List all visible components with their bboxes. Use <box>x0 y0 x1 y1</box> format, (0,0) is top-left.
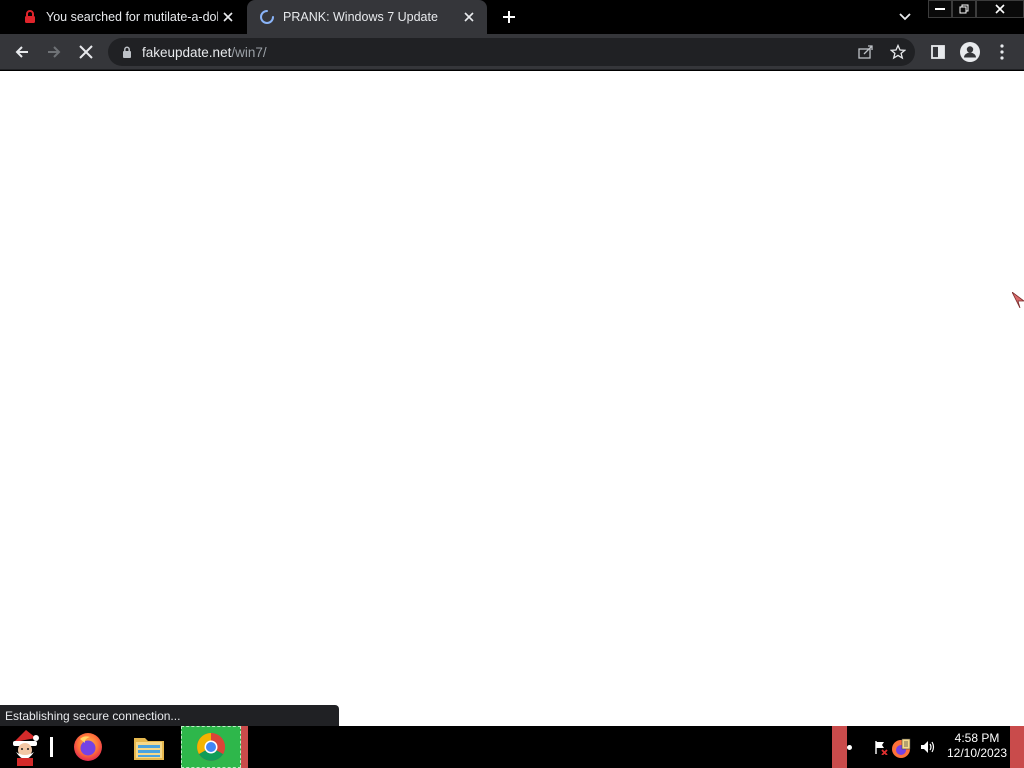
share-icon[interactable] <box>856 42 876 62</box>
desktop-screen: You searched for mutilate-a-doll PRANK: … <box>0 0 1024 768</box>
page-content[interactable] <box>0 71 1024 726</box>
restore-button[interactable] <box>952 0 976 18</box>
close-window-button[interactable] <box>976 0 1024 18</box>
menu-dots-icon[interactable] <box>990 40 1014 64</box>
close-tab-icon[interactable] <box>459 7 479 27</box>
firefox-tray-icon[interactable] <box>888 726 914 768</box>
window-controls <box>928 0 1024 18</box>
close-tab-icon[interactable] <box>218 7 238 27</box>
clock-time: 4:58 PM <box>954 731 1000 745</box>
tab-strip: You searched for mutilate-a-doll PRANK: … <box>0 0 1024 34</box>
url-domain: fakeupdate.net <box>142 44 232 60</box>
loading-spinner-icon <box>259 9 275 25</box>
tab-search-results[interactable]: You searched for mutilate-a-doll <box>10 0 246 34</box>
clock-date: 12/10/2023 <box>946 746 1008 760</box>
status-bubble: Establishing secure connection... <box>0 705 339 726</box>
mouse-cursor-icon <box>1012 292 1024 308</box>
forward-button[interactable] <box>42 40 66 64</box>
taskbar-clock[interactable]: 4:58 PM 12/10/2023 <box>944 731 1010 761</box>
tab-prank-update[interactable]: PRANK: Windows 7 Update <box>247 0 487 34</box>
bookmark-star-icon[interactable] <box>888 42 908 62</box>
taskbar: 4:58 PM 12/10/2023 <box>0 726 1024 768</box>
chrome-icon[interactable] <box>181 726 241 768</box>
red-lock-icon <box>22 9 38 25</box>
profile-avatar-icon[interactable] <box>958 40 982 64</box>
firefox-icon[interactable] <box>68 726 108 768</box>
stop-loading-button[interactable] <box>74 40 98 64</box>
url-text: fakeupdate.net/win7/ <box>142 45 267 60</box>
new-tab-button[interactable] <box>497 5 521 29</box>
file-explorer-icon[interactable] <box>130 726 168 768</box>
santa-start-icon[interactable] <box>4 726 48 768</box>
volume-icon[interactable] <box>918 726 938 768</box>
taskbar-separator <box>48 726 54 768</box>
tab-title: PRANK: Windows 7 Update <box>283 10 438 24</box>
lock-icon[interactable] <box>120 45 134 59</box>
browser-toolbar: fakeupdate.net/win7/ <box>0 34 1024 70</box>
url-path: /win7/ <box>231 44 267 60</box>
tray-dot-icon[interactable] <box>843 726 855 768</box>
taskbar-show-desktop-strip <box>241 726 248 768</box>
back-button[interactable] <box>10 40 34 64</box>
show-desktop-button[interactable] <box>1010 726 1024 768</box>
tab-search-chevron-icon[interactable] <box>895 7 915 27</box>
minimize-button[interactable] <box>928 0 952 18</box>
address-bar[interactable]: fakeupdate.net/win7/ <box>108 38 915 66</box>
tab-title: You searched for mutilate-a-doll <box>46 10 218 24</box>
side-panel-icon[interactable] <box>926 40 950 64</box>
